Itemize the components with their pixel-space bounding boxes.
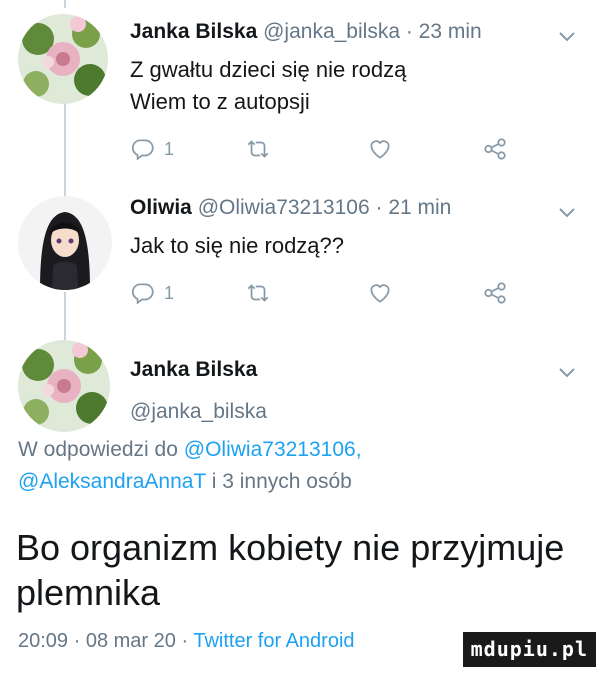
- handle[interactable]: @janka_bilska: [130, 400, 267, 424]
- display-name[interactable]: Janka Bilska: [130, 358, 257, 382]
- retweet-button[interactable]: [245, 134, 271, 164]
- mention-link[interactable]: @Oliwia73213106,: [184, 438, 362, 461]
- tweet-text-line: Bo organizm kobiety nie przyjmuje: [16, 527, 565, 568]
- heart-icon: [370, 284, 390, 303]
- share-icon: [484, 282, 506, 304]
- share-icon: [484, 138, 506, 160]
- reply-button[interactable]: 1: [130, 134, 174, 164]
- retweet-icon: [247, 140, 269, 158]
- separator: ·: [369, 196, 389, 219]
- tweet-meta: 20:09 · 08 mar 20 · Twitter for Android: [18, 630, 355, 653]
- reply-button[interactable]: 1: [130, 278, 174, 308]
- reply-suffix: i 3 innych osób: [205, 470, 352, 493]
- handle[interactable]: @Oliwia73213106: [198, 196, 370, 219]
- tweet-text-line: plemnika: [16, 572, 161, 613]
- reply-count: 1: [164, 282, 175, 303]
- like-button[interactable]: [367, 134, 393, 164]
- thread-line: [64, 0, 66, 8]
- meta-time: 20:09: [18, 630, 69, 652]
- avatar[interactable]: [18, 340, 110, 432]
- reply-prefix: W odpowiedzi do: [18, 438, 184, 461]
- thread-line: [64, 292, 66, 340]
- like-button[interactable]: [367, 278, 393, 308]
- separator: ·: [400, 20, 419, 43]
- timestamp[interactable]: 23 min: [419, 20, 482, 43]
- mention-link[interactable]: @AleksandraAnnaT: [18, 470, 206, 493]
- share-button[interactable]: [482, 134, 508, 164]
- tweet-actions: 1: [130, 134, 510, 164]
- client-link[interactable]: Twitter for Android: [193, 630, 354, 652]
- display-name[interactable]: Oliwia: [130, 196, 192, 219]
- tweet-actions: 1: [130, 278, 510, 308]
- share-button[interactable]: [482, 278, 508, 308]
- chevron-down-icon[interactable]: [555, 360, 579, 384]
- tweet-text-line: Jak to się nie rodzą??: [130, 233, 345, 258]
- handle[interactable]: @janka_bilska: [263, 20, 400, 43]
- display-name[interactable]: Janka Bilska: [130, 20, 257, 43]
- separator: ·: [68, 630, 86, 652]
- retweet-button[interactable]: [245, 278, 271, 308]
- tweet-text-line: Z gwałtu dzieci się nie rodzą: [130, 57, 407, 82]
- separator: ·: [175, 630, 194, 652]
- reply-icon: [131, 283, 154, 305]
- reply-context: W odpowiedzi do @Oliwia73213106, @Aleksa…: [18, 434, 362, 498]
- retweet-icon: [247, 284, 269, 302]
- avatar[interactable]: [18, 14, 108, 104]
- avatar[interactable]: [18, 196, 112, 290]
- thread-line: [64, 104, 66, 196]
- tweet-header: Oliwia @Oliwia73213106 · 21 min: [130, 196, 451, 220]
- heart-icon: [370, 140, 390, 159]
- chevron-down-icon[interactable]: [555, 24, 579, 48]
- chevron-down-icon[interactable]: [555, 200, 579, 224]
- timestamp[interactable]: 21 min: [388, 196, 451, 219]
- watermark: mdupiu.pl: [462, 632, 596, 667]
- tweet-text-line: Wiem to z autopsji: [130, 89, 310, 114]
- tweet-header: Janka Bilska @janka_bilska · 23 min: [130, 20, 482, 44]
- reply-count: 1: [164, 138, 175, 159]
- reply-icon: [131, 139, 154, 161]
- meta-date: 08 mar 20: [85, 630, 176, 652]
- main-tweet-text: Bo organizm kobiety nie przyjmuje plemni…: [16, 525, 564, 615]
